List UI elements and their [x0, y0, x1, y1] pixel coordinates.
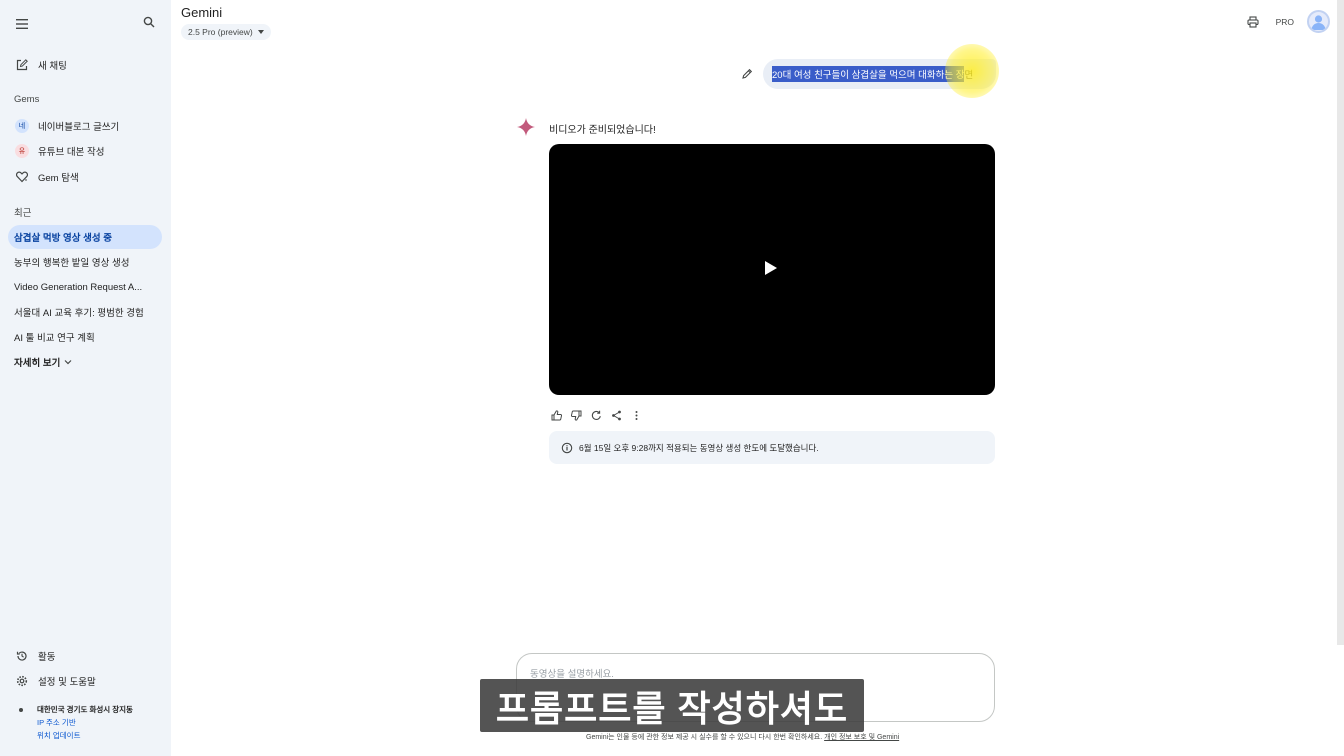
model-label: 2.5 Pro (preview): [188, 27, 253, 37]
info-icon: [561, 442, 573, 454]
header-actions: PRO: [1246, 10, 1330, 33]
gem-explore-icon: [14, 169, 30, 185]
sidebar: 새 채팅 Gems 네 네이버블로그 글쓰기 유 유튜브 대본 작성 Gem 탐…: [0, 0, 171, 756]
recent-chat-item[interactable]: 농부의 행복한 밭일 영상 생성: [8, 250, 162, 274]
disclaimer-text: Gemini는 인물 등에 관한 정보 제공 시 실수를 할 수 있으니 다시 …: [586, 734, 823, 741]
model-selector[interactable]: 2.5 Pro (preview): [181, 24, 271, 40]
explore-gems-label: Gem 탐색: [38, 173, 79, 184]
gear-icon: [14, 673, 30, 689]
prompt-input[interactable]: 동영상을 설명하세요.: [530, 666, 614, 680]
more-vert-icon[interactable]: [629, 408, 643, 422]
recent-chat-label: Video Generation Request A...: [14, 281, 143, 293]
chevron-down-icon: [64, 357, 72, 368]
recent-chat-label: AI 툴 비교 연구 계획: [14, 333, 95, 344]
user-prompt-selected-text: 20대 여성 친구들이 삼겹살을 먹으며 대화하는 장: [772, 66, 965, 82]
video-caption-overlay: 프롬프트를 작성하셔도: [480, 679, 864, 732]
show-more-label: 자세히 보기: [14, 358, 61, 369]
search-icon[interactable]: [137, 10, 161, 34]
settings-label: 설정 및 도움말: [38, 677, 96, 688]
limit-notice: 6월 15일 오후 9:28까지 적용되는 동영상 생성 한도에 도달했습니다.: [549, 431, 995, 464]
gemini-app: 새 채팅 Gems 네 네이버블로그 글쓰기 유 유튜브 대본 작성 Gem 탐…: [0, 0, 1344, 756]
user-prompt-text: 면: [964, 70, 974, 81]
gems-heading: Gems: [14, 94, 40, 105]
recent-chat-label: 서울대 AI 교육 후기: 평범한 경험: [14, 308, 144, 319]
activity-button[interactable]: 활동: [8, 644, 162, 668]
edit-prompt-icon[interactable]: [740, 67, 754, 81]
settings-button[interactable]: 설정 및 도움말: [8, 669, 162, 693]
notice-text: 6월 15일 오후 9:28까지 적용되는 동영상 생성 한도에 도달했습니다.: [579, 442, 819, 453]
print-icon[interactable]: [1246, 15, 1260, 29]
recent-chat-label: 농부의 행복한 밭일 영상 생성: [14, 258, 130, 269]
gem-badge: 유: [15, 144, 29, 158]
show-more-button[interactable]: 자세히 보기: [8, 350, 162, 374]
menu-icon[interactable]: [10, 12, 34, 36]
new-chat-label: 새 채팅: [38, 61, 67, 72]
activity-label: 활동: [38, 652, 56, 663]
gem-item-youtube-script[interactable]: 유 유튜브 대본 작성: [8, 139, 162, 163]
location-dot-icon: [19, 708, 23, 712]
pro-badge[interactable]: PRO: [1272, 14, 1298, 30]
thumbs-up-icon[interactable]: [549, 408, 563, 422]
explore-gems-button[interactable]: Gem 탐색: [8, 165, 162, 189]
edit-square-icon: [14, 57, 30, 73]
thumbs-down-icon[interactable]: [569, 408, 583, 422]
response-actions: [549, 408, 649, 422]
user-prompt-bubble[interactable]: 20대 여성 친구들이 삼겹살을 먹으며 대화하는 장면: [763, 59, 996, 89]
recent-chat-item[interactable]: AI 툴 비교 연구 계획: [8, 325, 162, 349]
location-place: 대한민국 경기도 화성시 장지동: [37, 705, 133, 714]
recent-chat-item[interactable]: Video Generation Request A...: [8, 275, 162, 299]
new-chat-button[interactable]: 새 채팅: [8, 53, 162, 77]
scrollbar[interactable]: [1337, 0, 1344, 645]
gemini-spark-icon: [516, 117, 536, 137]
avatar[interactable]: [1307, 10, 1330, 33]
recent-chat-item[interactable]: 서울대 AI 교육 후기: 평범한 경험: [8, 300, 162, 324]
recent-heading: 최근: [14, 208, 32, 219]
share-icon[interactable]: [609, 408, 623, 422]
privacy-link[interactable]: 개인 정보 보호 및 Gemini: [824, 734, 899, 741]
location-basis-link[interactable]: IP 주소 기반: [37, 716, 133, 729]
gem-label: 네이버블로그 글쓰기: [38, 122, 120, 133]
history-icon: [14, 648, 30, 664]
gem-item-naver-blog[interactable]: 네 네이버블로그 글쓰기: [8, 114, 162, 138]
footer-disclaimer: Gemini는 인물 등에 관한 정보 제공 시 실수를 할 수 있으니 다시 …: [586, 732, 899, 742]
app-title: Gemini: [181, 5, 223, 20]
location-info: 대한민국 경기도 화성시 장지동 IP 주소 기반 위치 업데이트: [14, 703, 133, 742]
recent-chat-item[interactable]: 삼겹살 먹방 영상 생성 중: [8, 225, 162, 249]
recent-chat-label: 삼겹살 먹방 영상 생성 중: [14, 233, 112, 244]
regenerate-icon[interactable]: [589, 408, 603, 422]
gem-label: 유튜브 대본 작성: [38, 147, 105, 158]
gem-badge: 네: [15, 119, 29, 133]
caret-down-icon: [257, 30, 264, 34]
location-update-link[interactable]: 위치 업데이트: [37, 729, 133, 742]
response-text: 비디오가 준비되었습니다!: [549, 125, 656, 136]
video-player[interactable]: [549, 144, 995, 395]
play-icon[interactable]: [765, 261, 777, 275]
